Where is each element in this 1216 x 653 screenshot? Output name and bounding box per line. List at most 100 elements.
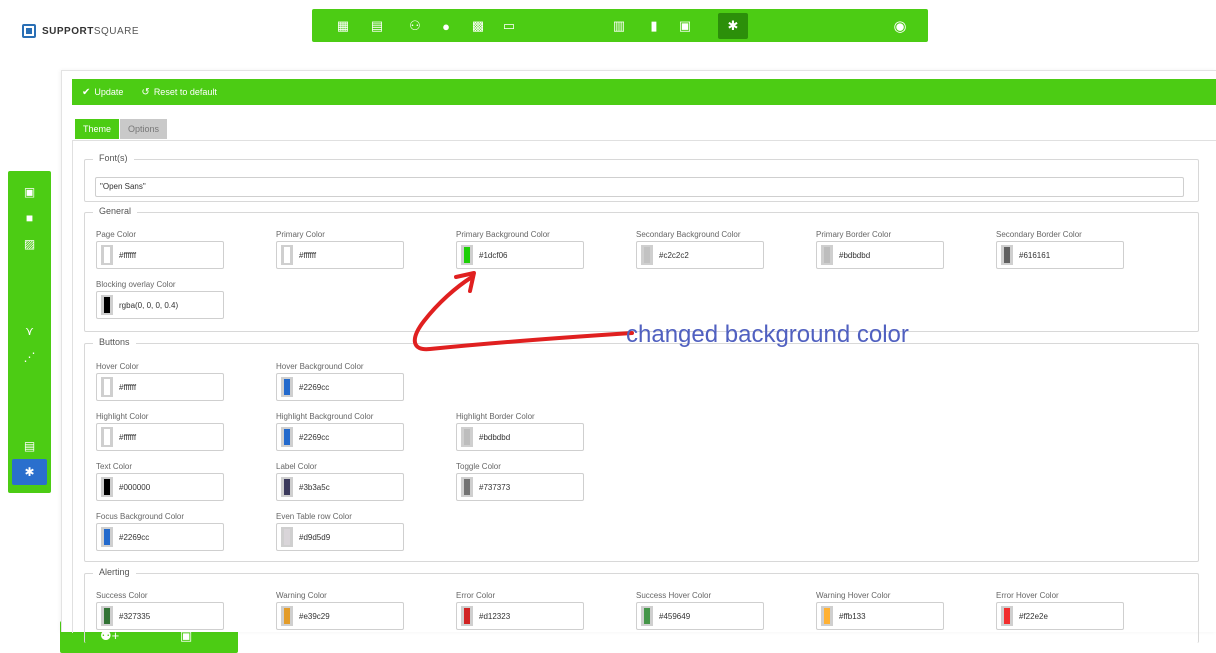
file-icon[interactable]: ▮ (645, 17, 663, 35)
color-input[interactable]: #616161 (996, 241, 1124, 269)
color-input[interactable]: #bdbdbd (456, 423, 584, 451)
color-swatch[interactable] (101, 527, 113, 547)
color-input[interactable]: #459649 (636, 602, 764, 630)
color-input[interactable]: #d9d5d9 (276, 523, 404, 551)
field-label: Label Color (276, 462, 317, 471)
archive-icon[interactable]: ▣ (676, 17, 694, 35)
alerting-section: Alerting Success Color #327335 Warning Col… (84, 567, 1199, 643)
color-input[interactable]: #ffffff (96, 423, 224, 451)
color-swatch[interactable] (281, 427, 293, 447)
field-label: Primary Color (276, 230, 325, 239)
reset-button[interactable]: ↺ Reset to default (141, 87, 216, 98)
color-value: #bdbdbd (479, 432, 511, 442)
color-input[interactable]: #c2c2c2 (636, 241, 764, 269)
color-swatch[interactable] (101, 606, 113, 626)
color-value: #2269cc (299, 382, 330, 392)
color-swatch[interactable] (1001, 245, 1013, 265)
field-label: Success Color (96, 591, 148, 600)
color-swatch[interactable] (281, 377, 293, 397)
color-input[interactable]: #2269cc (276, 423, 404, 451)
field-label: Hover Color (96, 362, 139, 371)
settings-icon[interactable]: ✱ (718, 13, 748, 39)
color-swatch[interactable] (281, 527, 293, 547)
color-input[interactable]: rgba(0, 0, 0, 0.4) (96, 291, 224, 319)
field-label: Text Color (96, 462, 133, 471)
font-input[interactable]: "Open Sans" (95, 177, 1184, 197)
color-swatch[interactable] (101, 377, 113, 397)
update-button[interactable]: ✔ Update (82, 87, 123, 98)
tab-options[interactable]: Options (120, 119, 168, 139)
color-input[interactable]: #3b3a5c (276, 473, 404, 501)
fonts-legend: Font(s) (93, 153, 134, 163)
field-label: Error Color (456, 591, 496, 600)
color-input[interactable]: #327335 (96, 602, 224, 630)
color-input[interactable]: #e39c29 (276, 602, 404, 630)
color-swatch[interactable] (1001, 606, 1013, 626)
color-swatch[interactable] (461, 245, 473, 265)
check-icon: ✔ (82, 86, 91, 98)
color-swatch[interactable] (821, 245, 833, 265)
color-input[interactable]: #000000 (96, 473, 224, 501)
color-swatch[interactable] (101, 427, 113, 447)
annotation-text: changed background color (626, 321, 909, 348)
color-swatch[interactable] (101, 477, 113, 497)
field-label: Toggle Color (456, 462, 501, 471)
color-input[interactable]: #ffffff (276, 241, 404, 269)
color-value: #ffffff (119, 432, 137, 442)
qr-code-icon[interactable]: ▩ (469, 17, 487, 35)
fonts-section: Font(s) "Open Sans" (84, 153, 1199, 202)
logo-icon (22, 24, 36, 38)
action-toolbar: ✔ Update ↺ Reset to default (72, 79, 1216, 105)
photo-library-icon[interactable]: ▨ (8, 234, 51, 254)
brand-logo: SUPPORTSQUARE (22, 24, 139, 38)
field-label: Warning Color (276, 591, 327, 600)
tab-theme[interactable]: Theme (75, 119, 120, 139)
devices-icon[interactable]: ▭ (500, 17, 518, 35)
chart-icon[interactable]: ⋰ (8, 347, 51, 367)
field-label: Highlight Color (96, 412, 149, 421)
top-navigation: ▦ ▤ ⚇ ● ▩ ▭ ▥ ▮ ▣ ✱ ◉ (312, 9, 928, 42)
color-swatch[interactable] (281, 606, 293, 626)
color-swatch[interactable] (281, 477, 293, 497)
brand-name: SUPPORTSQUARE (42, 25, 140, 37)
color-value: #737373 (479, 482, 511, 492)
flow-icon[interactable]: ⋎ (8, 321, 51, 341)
video-icon[interactable]: ■ (8, 208, 51, 228)
calendar-check-icon[interactable]: ▣ (8, 182, 51, 202)
tab-bar: Theme Options (75, 119, 168, 139)
color-swatch[interactable] (641, 606, 653, 626)
color-value: #f22e2e (1019, 611, 1048, 621)
field-label: Blocking overlay Color (96, 280, 176, 289)
color-input[interactable]: #f22e2e (996, 602, 1124, 630)
color-swatch[interactable] (641, 245, 653, 265)
color-swatch[interactable] (821, 606, 833, 626)
color-swatch[interactable] (101, 295, 113, 315)
color-input[interactable]: #d12323 (456, 602, 584, 630)
user-icon[interactable]: ● (437, 17, 455, 35)
color-input[interactable]: #bdbdbd (816, 241, 944, 269)
list-alt-icon[interactable]: ▤ (8, 436, 51, 456)
general-section: General Page Color #ffffff Primary Color #f… (84, 206, 1199, 332)
color-swatch[interactable] (101, 245, 113, 265)
color-swatch[interactable] (281, 245, 293, 265)
gear-icon[interactable]: ✱ (12, 459, 47, 485)
color-input[interactable]: #2269cc (96, 523, 224, 551)
building-icon[interactable]: ▦ (334, 17, 352, 35)
store-icon[interactable]: ▤ (368, 17, 386, 35)
group-icon[interactable]: ⚇ (406, 17, 424, 35)
document-icon[interactable]: ▥ (610, 17, 628, 35)
color-value: #ffffff (299, 250, 317, 260)
color-input[interactable]: #ffffff (96, 241, 224, 269)
color-input[interactable]: #737373 (456, 473, 584, 501)
color-input[interactable]: #ffffff (96, 373, 224, 401)
color-swatch[interactable] (461, 606, 473, 626)
color-value: #c2c2c2 (659, 250, 689, 260)
color-value: #2269cc (119, 532, 150, 542)
color-input[interactable]: #2269cc (276, 373, 404, 401)
color-swatch[interactable] (461, 427, 473, 447)
color-input[interactable]: #ffb133 (816, 602, 944, 630)
color-swatch[interactable] (461, 477, 473, 497)
field-label: Even Table row Color (276, 512, 352, 521)
account-circle-icon[interactable]: ◉ (891, 17, 909, 35)
color-value: #ffffff (119, 250, 137, 260)
